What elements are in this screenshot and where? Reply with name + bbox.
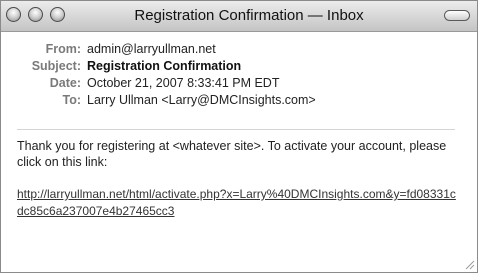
- to-label: To:: [62, 93, 81, 107]
- subject-label: Subject:: [31, 59, 81, 73]
- toolbar-toggle-icon[interactable]: [444, 10, 470, 21]
- close-button-icon[interactable]: [6, 7, 21, 22]
- message-body: Thank you for registering at <whatever s…: [17, 138, 467, 220]
- date-row: Date: October 21, 2007 8:33:41 PM EDT: [1, 75, 477, 92]
- minimize-button-icon[interactable]: [28, 7, 43, 22]
- body-text: Thank you for registering at <whatever s…: [17, 139, 447, 169]
- from-label: From:: [45, 42, 81, 56]
- to-value[interactable]: Larry Ullman <Larry@DMCInsights.com>: [87, 92, 316, 109]
- to-row: To: Larry Ullman <Larry@DMCInsights.com>: [1, 92, 477, 109]
- activation-link[interactable]: http://larryullman.net/html/activate.php…: [17, 186, 462, 220]
- mail-message-window: Registration Confirmation — Inbox From: …: [0, 0, 478, 273]
- subject-row: Subject: Registration Confirmation: [1, 58, 477, 75]
- title-bar[interactable]: Registration Confirmation — Inbox: [1, 1, 477, 32]
- header-divider: [17, 129, 455, 130]
- window-title: Registration Confirmation — Inbox: [134, 7, 364, 24]
- subject-value: Registration Confirmation: [87, 59, 242, 73]
- from-row: From: admin@larryullman.net: [1, 41, 477, 58]
- message-headers: From: admin@larryullman.net Subject: Reg…: [1, 41, 477, 109]
- resize-grip-icon[interactable]: [463, 258, 475, 270]
- from-value[interactable]: admin@larryullman.net: [87, 41, 216, 58]
- date-value: October 21, 2007 8:33:41 PM EDT: [87, 76, 280, 90]
- date-label: Date:: [49, 76, 81, 90]
